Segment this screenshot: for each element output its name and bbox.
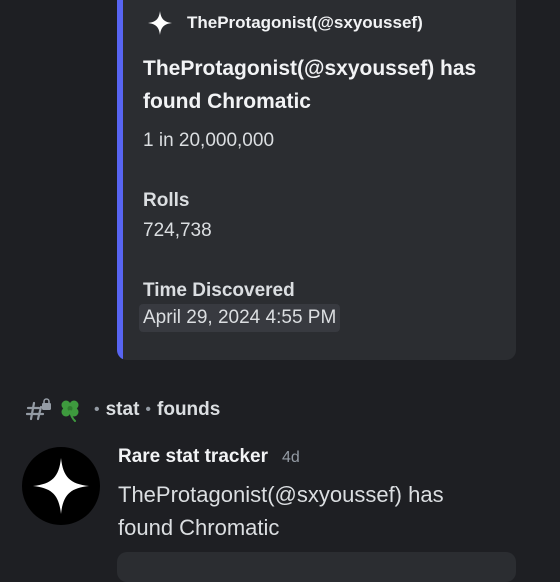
field-time-name: Time Discovered xyxy=(143,280,295,301)
next-embed-card xyxy=(117,552,516,582)
embed-author-name[interactable]: TheProtagonist(@sxyoussef) xyxy=(187,13,423,33)
hashtag-lock-icon xyxy=(26,398,52,422)
field-time-value[interactable]: April 29, 2024 4:55 PM xyxy=(139,304,341,332)
message-timestamp[interactable]: 4d xyxy=(282,449,300,467)
sparkle-star-icon xyxy=(33,458,89,514)
field-rolls-name: Rolls xyxy=(143,190,190,211)
field-rolls-value: 724,738 xyxy=(143,220,212,241)
rolled-embed-card: TheProtagonist(@sxyoussef) TheProtagonis… xyxy=(117,0,516,360)
embed-description: 1 in 20,000,000 xyxy=(143,130,275,151)
message-author[interactable]: Rare stat tracker xyxy=(118,446,268,468)
embed-author[interactable]: TheProtagonist(@sxyoussef) xyxy=(147,8,423,38)
separator-dot: • xyxy=(145,401,152,418)
embed-accent-bar xyxy=(117,0,123,360)
message-body: TheProtagonist(@sxyoussef) has found Chr… xyxy=(118,482,444,540)
channel-reference[interactable]: • stat • founds xyxy=(26,396,220,424)
four-leaf-clover-icon xyxy=(58,398,82,422)
embed-title: TheProtagonist(@sxyoussef) has found Chr… xyxy=(143,57,477,113)
subchannel-name[interactable]: founds xyxy=(157,399,220,421)
avatar[interactable] xyxy=(22,447,100,525)
separator-dot: • xyxy=(94,401,100,418)
message-header: Rare stat tracker 4d xyxy=(118,446,300,468)
channel-name[interactable]: stat xyxy=(106,399,140,421)
sparkle-star-icon xyxy=(147,10,173,36)
